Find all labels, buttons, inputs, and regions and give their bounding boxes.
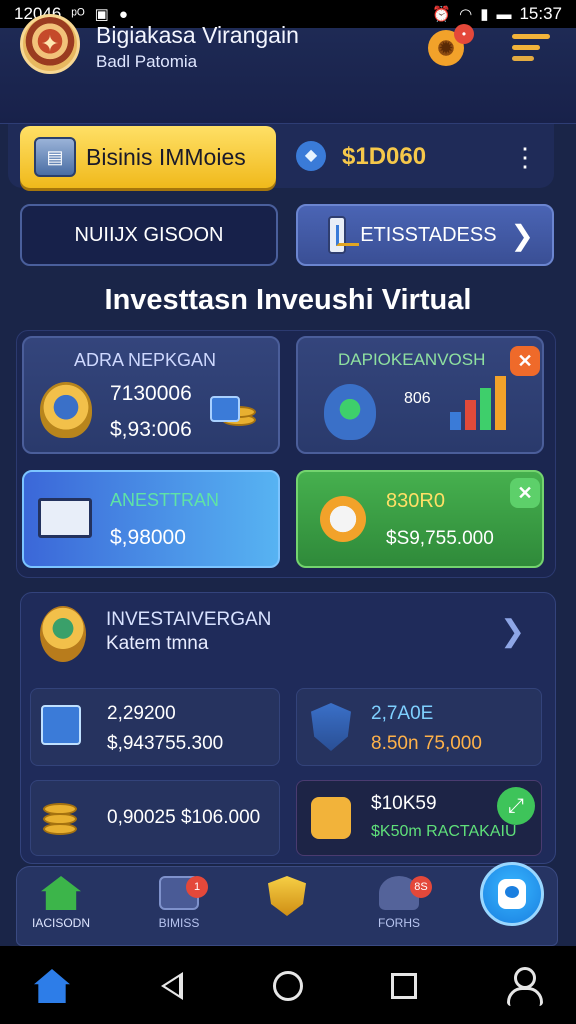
close-icon[interactable]: ✕ [510,478,540,508]
growth-chart-icon [450,376,506,430]
investment-tile[interactable]: $10K59 $K50m RACTAKAIU ⤢ [296,780,542,856]
status-glyph: ᵖᴼ [71,5,85,23]
card-label: ANESTTRAN [110,490,220,510]
nav-label: FORHS [378,916,420,930]
profile-fab-button[interactable] [480,862,544,926]
gem-icon: ◆ [296,141,326,171]
document-icon [41,705,81,745]
nav-label: BIMISS [158,916,200,930]
investment-tile[interactable]: 2,7A0E 8.50n 75,000 [296,688,542,766]
nav-item-business[interactable]: BIMISS [134,870,224,930]
tile-value: $10K59 [371,793,437,814]
check-shield-icon [324,384,376,440]
investment-card[interactable]: 830R0 $S9,755.000 ✕ [296,470,544,568]
menu-icon[interactable] [512,34,550,62]
system-account-button[interactable] [500,964,544,1008]
investment-tile[interactable]: 2,29200 $,943755.300 [30,688,280,766]
status-time: 15:37 [519,4,562,23]
tile-value: 2,7A0E [371,703,434,724]
close-icon[interactable]: ✕ [510,346,540,376]
action-button-left[interactable]: NUIIJX GISOON [20,204,278,266]
card-value: $,98000 [110,526,186,549]
image-icon: ▣ [94,6,109,23]
home-icon [41,876,81,910]
notification-icon: ● [118,5,128,23]
chevron-right-icon[interactable]: ❯ [500,614,525,649]
signal-icon: ▮ [480,6,489,23]
more-vertical-icon[interactable]: ⋮ [512,140,538,174]
business-icon: ▤ [34,137,76,177]
app-subtitle: Badl Patomia [96,52,198,71]
square-icon [391,973,417,999]
battery-icon: ▬ [496,5,512,23]
nav-badge: 8S [410,876,432,898]
card-value: $,93:006 [110,418,192,441]
app-title: Bigiakasa Virangain [96,22,299,48]
investments-title: INVESTAIVERGAN [106,609,272,630]
tile-value: 0,90025 $106.000 [107,807,261,828]
notification-badge: • [454,24,474,44]
investment-card[interactable]: ANESTTRAN $,98000 [22,470,280,568]
card-value: $S9,755.000 [386,528,494,549]
circle-icon [273,971,303,1001]
balance-value: $1D060 [342,143,427,170]
shield-icon [311,703,351,751]
action-button-right[interactable]: ETISSTADESS ❯ [296,204,554,266]
swap-icon[interactable]: ⤢ [497,787,535,825]
nav-label: IACISODN [31,916,90,930]
investment-card[interactable]: DAPIOKEANVOSH 806 ✕ [296,336,544,454]
nav-badge: 1 [186,876,208,898]
tile-value: $K50m RACTAKAIU [371,823,517,840]
card-label: 830R0 [386,490,445,512]
nav-item-home[interactable]: IACISODN [16,870,106,930]
nav-item-forums[interactable]: FORHS [354,870,444,930]
investment-card[interactable]: ADRA NEPKGAN 7130006 $,93:006 [22,336,280,454]
alarm-icon: ⏰ [432,6,452,23]
emblem-icon[interactable]: ✦ [20,14,80,74]
action-right-label: ETISSTADESS [360,223,497,246]
coins-icon [210,392,256,434]
card-value: 7130006 [110,382,192,405]
home-icon [34,969,70,1003]
system-home-button[interactable] [30,964,74,1008]
card-label: ADRA NEPKGAN [74,350,217,370]
nav-item-shield[interactable] [242,870,332,922]
card-label: DAPIOKEANVOSH [338,350,486,369]
back-icon [161,972,183,1000]
tile-value: 8.50n 75,000 [371,733,482,754]
shield-badge-icon [40,382,92,438]
profile-badge-icon [498,879,526,909]
investments-subtitle: Katem tmna [106,633,209,654]
tile-value: $,943755.300 [107,733,224,754]
key-lock-icon [311,797,351,839]
tile-value: 2,29200 [107,703,176,724]
medal-icon [40,606,86,662]
system-recents-button[interactable] [382,964,426,1008]
business-button-label: Bisinis IMMoies [86,143,246,170]
business-button[interactable]: ▤ Bisinis IMMoies [20,126,276,188]
investment-tile[interactable]: 0,90025 $106.000 [30,780,280,856]
system-overview-button[interactable] [266,964,310,1008]
tools-icon [320,496,366,542]
chart-board-icon [328,216,360,254]
person-icon [505,967,543,1006]
laptop-icon [38,498,92,538]
card-value: 806 [404,390,431,407]
wifi-icon: ◠ [459,6,473,23]
coins-icon [43,799,89,841]
system-back-button[interactable] [150,964,194,1008]
action-left-label: NUIIJX GISOON [74,223,224,246]
chevron-right-icon: ❯ [510,219,534,251]
shield-icon [268,876,306,916]
section-title: Investtasn Inveushi Virtual [104,284,472,316]
